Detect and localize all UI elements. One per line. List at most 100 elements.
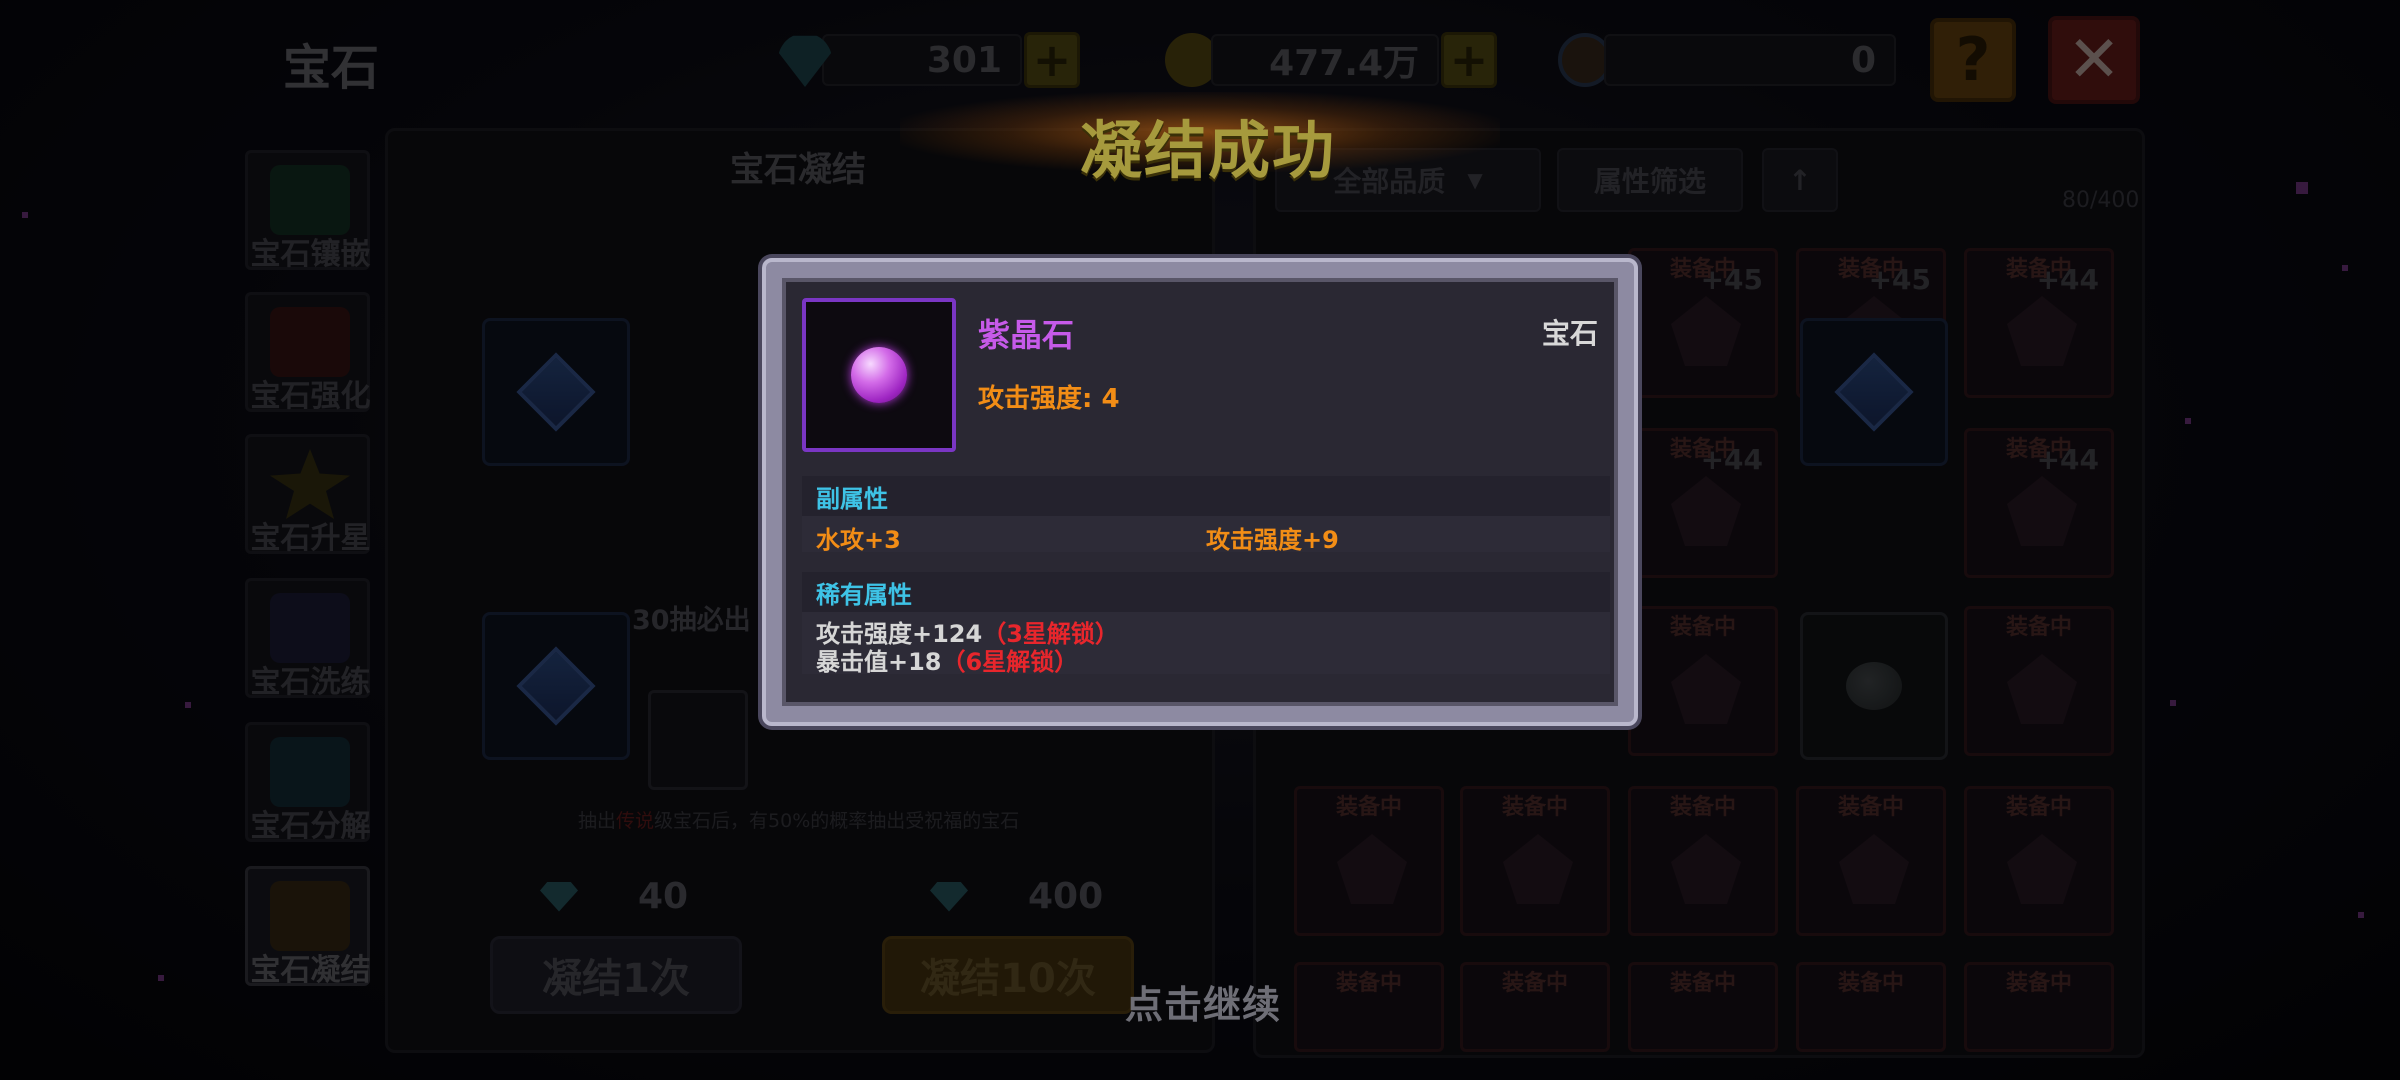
equipped-tag: 装备中 [1335, 971, 1402, 996]
sub-stat: 水攻+3 [816, 526, 901, 554]
inventory-gem-card[interactable]: 装备中 [1628, 786, 1778, 936]
diamond-icon [540, 881, 578, 912]
inventory-count: 80/400 [2062, 188, 2140, 213]
gem-enhance-icon [270, 307, 350, 377]
gold-currency: 477.4万 + [1165, 30, 1497, 90]
gem-level: +44 [1700, 443, 1763, 476]
diamond-icon [930, 881, 968, 912]
condense-title: 宝石凝结 [730, 150, 866, 190]
condense-once-button[interactable]: 凝结1次 [490, 936, 742, 1014]
equipped-tag: 装备中 [1837, 795, 1904, 820]
gem-icon [2007, 834, 2077, 904]
gem-icon [1671, 476, 1741, 546]
gem-icon [1671, 834, 1741, 904]
inventory-gem-card[interactable]: 装备中 [1294, 962, 1444, 1052]
equipped-tag: 装备中 [1837, 971, 1904, 996]
item-icon-frame [802, 298, 956, 452]
diamond-currency: 301 + [778, 30, 1080, 90]
gem-icon [1671, 654, 1741, 724]
gem-inlay-icon [270, 165, 350, 235]
inventory-gem-card[interactable]: 装备中 [1294, 786, 1444, 936]
sidebar-item-enhance[interactable]: 宝石强化 [245, 292, 371, 414]
sort-button[interactable]: ↑ [1762, 148, 1838, 212]
sidebar-item-label: 宝石洗练 [250, 665, 371, 700]
page-title: 宝石 [283, 40, 380, 96]
equipped-tag: 装备中 [1501, 795, 1568, 820]
gem-slot[interactable] [482, 612, 630, 760]
item-name: 紫晶石 [978, 316, 1075, 354]
equipped-tag: 装备中 [1669, 615, 1736, 640]
inventory-gem-card[interactable]: 装备中 [1460, 786, 1610, 936]
blue-gem-icon [1834, 352, 1914, 432]
background-star [2296, 182, 2308, 194]
gem-refine-icon [270, 593, 350, 663]
gem-icon [1337, 834, 1407, 904]
inventory-gem-card[interactable]: 装备中 [1628, 606, 1778, 756]
inventory-gem-card[interactable]: 装备中 [1964, 786, 2114, 936]
inventory-blue-gem[interactable] [1800, 318, 1948, 466]
close-button[interactable]: ✕ [2048, 16, 2140, 104]
token-currency: 0 [1558, 30, 1896, 90]
rare-stat-text: 暴击值+18 [816, 648, 942, 676]
sidebar-item-refine[interactable]: 宝石洗练 [245, 578, 371, 700]
gem-result-dialog: 紫晶石 宝石 攻击强度: 4 副属性 水攻+3 攻击强度+9 稀有属性 攻击强度… [762, 258, 1638, 726]
sidebar-item-label: 宝石分解 [250, 809, 371, 844]
tap-to-continue[interactable]: 点击继续 [1125, 974, 1281, 1029]
add-diamond-button[interactable]: + [1024, 32, 1080, 88]
equipped-tag: 装备中 [2005, 795, 2072, 820]
hint-text: 级宝石后，有50%的概率抽出受祝福的宝石 [654, 810, 1020, 832]
inventory-gem-card[interactable]: 装备中 [1460, 962, 1610, 1052]
sidebar-item-label: 宝石凝结 [250, 953, 371, 988]
rare-attributes-list: 攻击强度+124（3星解锁） 暴击值+18（6星解锁） [802, 612, 1610, 676]
main-stat: 攻击强度: 4 [978, 384, 1120, 414]
rare-stat-lock: （6星解锁） [941, 648, 1079, 676]
sidebar-item-inlay[interactable]: 宝石镶嵌 [245, 150, 371, 272]
gem-icon [2007, 296, 2077, 366]
inventory-gem-card[interactable]: 装备中 [1796, 962, 1946, 1052]
sub-attributes-row: 水攻+3 攻击强度+9 [802, 516, 1610, 554]
equipped-tag: 装备中 [2005, 971, 2072, 996]
purple-gem-icon [851, 347, 907, 403]
help-button[interactable]: ? [1930, 18, 2016, 102]
sidebar-item-decompose[interactable]: 宝石分解 [245, 722, 371, 844]
sub-attributes-header: 副属性 [802, 476, 1610, 516]
gem-decompose-icon [270, 737, 350, 807]
equipped-tag: 装备中 [1335, 795, 1402, 820]
sidebar-item-condense[interactable]: 宝石凝结 [245, 866, 371, 988]
cost-value: 40 [638, 876, 689, 917]
add-gold-button[interactable]: + [1441, 32, 1497, 88]
inventory-gem-card[interactable]: 装备中 +44 [1628, 428, 1778, 578]
item-type: 宝石 [1541, 317, 1598, 350]
sidebar-item-label: 宝石强化 [250, 379, 371, 414]
inventory-grey-gem[interactable] [1800, 612, 1948, 760]
gem-level: +44 [2036, 263, 2099, 296]
gem-slot[interactable] [482, 318, 630, 466]
cost-once: 40 [540, 876, 688, 917]
inventory-gem-card[interactable]: 装备中 +45 [1628, 248, 1778, 398]
attribute-filter-button[interactable]: 属性筛选 [1557, 148, 1743, 212]
success-banner: 凝结成功 [1080, 114, 1337, 187]
background-star [185, 702, 191, 708]
hint-text: 抽出 [578, 810, 617, 832]
inventory-gem-card[interactable]: 装备中 +44 [1964, 248, 2114, 398]
inventory-gem-card[interactable]: 装备中 [1964, 962, 2114, 1052]
sidebar-item-star[interactable]: 宝石升星 [245, 434, 371, 556]
inventory-gem-card[interactable]: 装备中 +44 [1964, 428, 2114, 578]
dialog-content: 紫晶石 宝石 攻击强度: 4 副属性 水攻+3 攻击强度+9 稀有属性 攻击强度… [782, 278, 1618, 706]
hint-highlight: 传说 [616, 810, 655, 832]
inventory-gem-card[interactable]: 装备中 [1628, 962, 1778, 1052]
background-star [2342, 265, 2348, 271]
gem-star-icon [270, 449, 350, 519]
gem-icon [2007, 654, 2077, 724]
gem-condense-icon [270, 881, 350, 951]
sub-stat: 攻击强度+9 [1206, 526, 1339, 554]
condense-ten-button[interactable]: 凝结10次 [882, 936, 1134, 1014]
inventory-gem-card[interactable]: 装备中 [1964, 606, 2114, 756]
equipped-tag: 装备中 [1501, 971, 1568, 996]
reward-preview[interactable] [648, 690, 748, 790]
sidebar-item-label: 宝石镶嵌 [250, 237, 371, 272]
token-count: 0 [1604, 34, 1896, 86]
background-star [158, 975, 164, 981]
gold-count: 477.4万 [1211, 34, 1439, 86]
inventory-gem-card[interactable]: 装备中 [1796, 786, 1946, 936]
